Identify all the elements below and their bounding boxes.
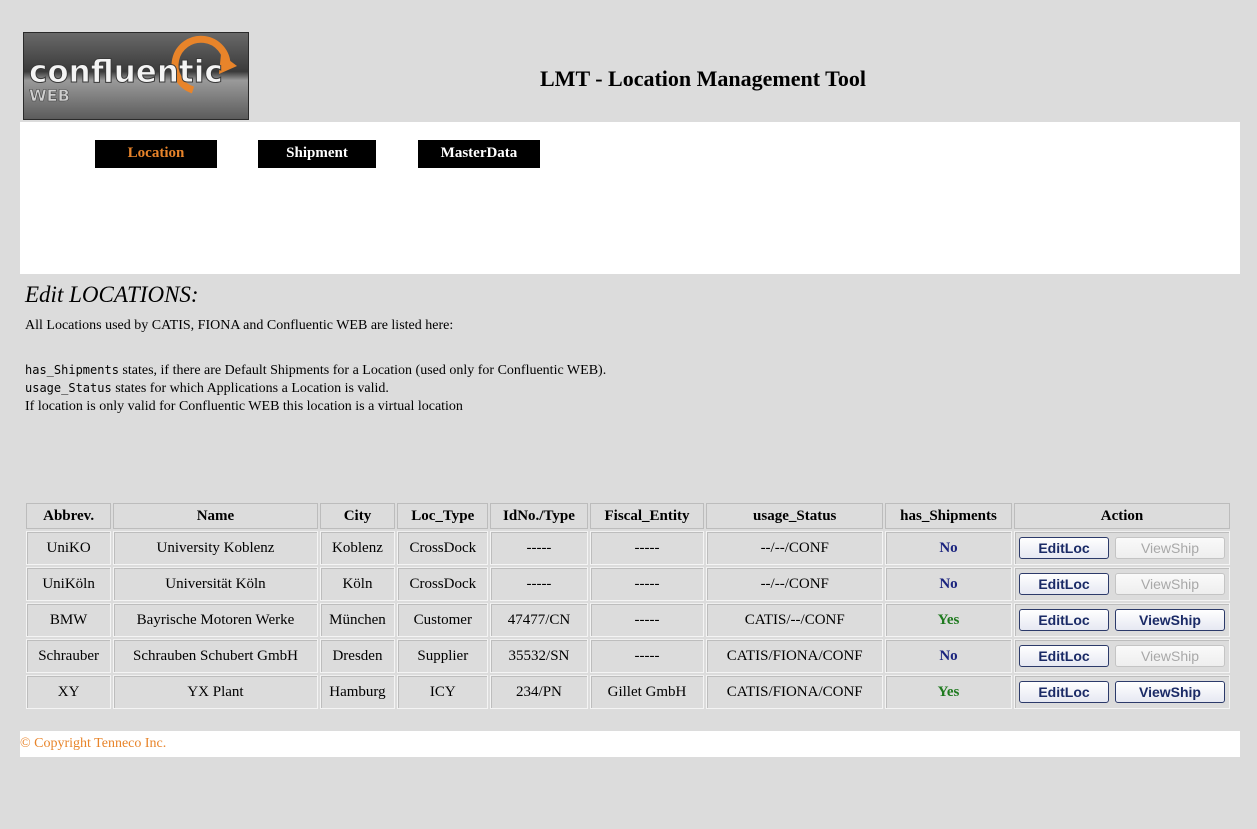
col-action: Action xyxy=(1014,503,1230,529)
view-ship-button: ViewShip xyxy=(1115,645,1225,667)
code-has-shipments: has_Shipments xyxy=(25,363,119,377)
table-row: UniKöln Universität Köln Köln CrossDock ----… xyxy=(26,567,1230,601)
table-row: UniKO University Koblenz Koblenz CrossDock -… xyxy=(26,531,1230,565)
logo-text: confluentic xyxy=(29,54,224,91)
cell-loc-type: ICY xyxy=(397,675,489,709)
cell-city: Köln xyxy=(319,567,396,601)
col-city: City xyxy=(319,503,396,529)
cell-idno: 234/PN xyxy=(490,675,588,709)
note-usage-status-text: states for which Applications a Location… xyxy=(111,381,389,396)
cell-action: EditLoc ViewShip xyxy=(1014,675,1230,709)
cell-city: Hamburg xyxy=(319,675,396,709)
cell-idno: 47477/CN xyxy=(490,603,588,637)
note-virtual-location: If location is only valid for Confluenti… xyxy=(25,399,463,414)
content-area: Edit LOCATIONS: All Locations used by CA… xyxy=(20,274,1240,731)
cell-action: EditLoc ViewShip xyxy=(1014,531,1230,565)
view-ship-button[interactable]: ViewShip xyxy=(1115,609,1225,631)
view-ship-button[interactable]: ViewShip xyxy=(1115,681,1225,703)
app-frame: confluentic WEB LMT - Location Managemen… xyxy=(20,22,1240,757)
cell-name: Schrauben Schubert GmbH xyxy=(113,639,318,673)
col-fiscal: Fiscal_Entity xyxy=(589,503,705,529)
cell-abbrev: XY xyxy=(26,675,112,709)
col-abbrev: Abbrev. xyxy=(26,503,112,529)
cell-usage: CATIS/--/CONF xyxy=(706,603,883,637)
col-idno: IdNo./Type xyxy=(490,503,588,529)
logo-subtext: WEB xyxy=(29,86,70,106)
cell-idno: ----- xyxy=(490,531,588,565)
edit-loc-button[interactable]: EditLoc xyxy=(1019,573,1109,595)
nav-shipment[interactable]: Shipment xyxy=(258,140,376,168)
cell-has-shipments: No xyxy=(884,567,1012,601)
cell-has-shipments: Yes xyxy=(884,675,1012,709)
copyright-text: © Copyright Tenneco Inc. xyxy=(20,736,167,751)
cell-fiscal: ----- xyxy=(589,567,705,601)
col-usage-status: usage_Status xyxy=(706,503,883,529)
cell-loc-type: CrossDock xyxy=(397,531,489,565)
cell-has-shipments: No xyxy=(884,531,1012,565)
note-has-shipments-text: states, if there are Default Shipments f… xyxy=(118,363,607,378)
edit-loc-button[interactable]: EditLoc xyxy=(1019,681,1109,703)
locations-table: Abbrev. Name City Loc_Type IdNo./Type Fi… xyxy=(24,501,1232,711)
cell-usage: --/--/CONF xyxy=(706,567,883,601)
edit-loc-button[interactable]: EditLoc xyxy=(1019,645,1109,667)
cell-idno: ----- xyxy=(490,567,588,601)
table-row: Schrauber Schrauben Schubert GmbH Dresden S… xyxy=(26,639,1230,673)
cell-fiscal: ----- xyxy=(589,639,705,673)
cell-city: München xyxy=(319,603,396,637)
cell-fiscal: ----- xyxy=(589,531,705,565)
view-ship-button: ViewShip xyxy=(1115,573,1225,595)
table-row: XY YX Plant Hamburg ICY 234/PN Gillet GmbH CAT… xyxy=(26,675,1230,709)
cell-fiscal: ----- xyxy=(589,603,705,637)
footer: © Copyright Tenneco Inc. xyxy=(20,731,1240,757)
cell-loc-type: Supplier xyxy=(397,639,489,673)
cell-idno: 35532/SN xyxy=(490,639,588,673)
page-title: LMT - Location Management Tool xyxy=(540,66,866,91)
table-header-row: Abbrev. Name City Loc_Type IdNo./Type Fi… xyxy=(26,503,1230,529)
cell-abbrev: UniKO xyxy=(26,531,112,565)
col-has-shipments: has_Shipments xyxy=(884,503,1012,529)
cell-city: Koblenz xyxy=(319,531,396,565)
edit-loc-button[interactable]: EditLoc xyxy=(1019,609,1109,631)
cell-action: EditLoc ViewShip xyxy=(1014,639,1230,673)
table-row: BMW Bayrische Motoren Werke München Custome… xyxy=(26,603,1230,637)
cell-name: Universität Köln xyxy=(113,567,318,601)
cell-abbrev: BMW xyxy=(26,603,112,637)
view-ship-button: ViewShip xyxy=(1115,537,1225,559)
edit-loc-button[interactable]: EditLoc xyxy=(1019,537,1109,559)
cell-usage: CATIS/FIONA/CONF xyxy=(706,639,883,673)
cell-abbrev: UniKöln xyxy=(26,567,112,601)
cell-action: EditLoc ViewShip xyxy=(1014,567,1230,601)
cell-name: Bayrische Motoren Werke xyxy=(113,603,318,637)
cell-fiscal: Gillet GmbH xyxy=(589,675,705,709)
col-loc-type: Loc_Type xyxy=(397,503,489,529)
cell-usage: CATIS/FIONA/CONF xyxy=(706,675,883,709)
cell-has-shipments: Yes xyxy=(884,603,1012,637)
cell-loc-type: CrossDock xyxy=(397,567,489,601)
header: confluentic WEB LMT - Location Managemen… xyxy=(20,22,1240,122)
code-usage-status: usage_Status xyxy=(25,381,112,395)
col-name: Name xyxy=(113,503,318,529)
cell-name: University Koblenz xyxy=(113,531,318,565)
cell-has-shipments: No xyxy=(884,639,1012,673)
cell-usage: --/--/CONF xyxy=(706,531,883,565)
cell-action: EditLoc ViewShip xyxy=(1014,603,1230,637)
cell-name: YX Plant xyxy=(113,675,318,709)
cell-abbrev: Schrauber xyxy=(26,639,112,673)
intro-text: All Locations used by CATIS, FIONA and C… xyxy=(25,318,454,333)
note-has-shipments: has_Shipments states, if there are Defau… xyxy=(25,363,606,379)
cell-city: Dresden xyxy=(319,639,396,673)
nav-masterdata[interactable]: MasterData xyxy=(418,140,540,168)
confluentic-logo: confluentic WEB xyxy=(23,32,249,120)
note-usage-status: usage_Status states for which Applicatio… xyxy=(25,381,389,397)
nav-location[interactable]: Location xyxy=(95,140,217,168)
cell-loc-type: Customer xyxy=(397,603,489,637)
section-title: Edit LOCATIONS: xyxy=(25,282,199,307)
nav-panel: Location Shipment MasterData xyxy=(20,122,1240,274)
